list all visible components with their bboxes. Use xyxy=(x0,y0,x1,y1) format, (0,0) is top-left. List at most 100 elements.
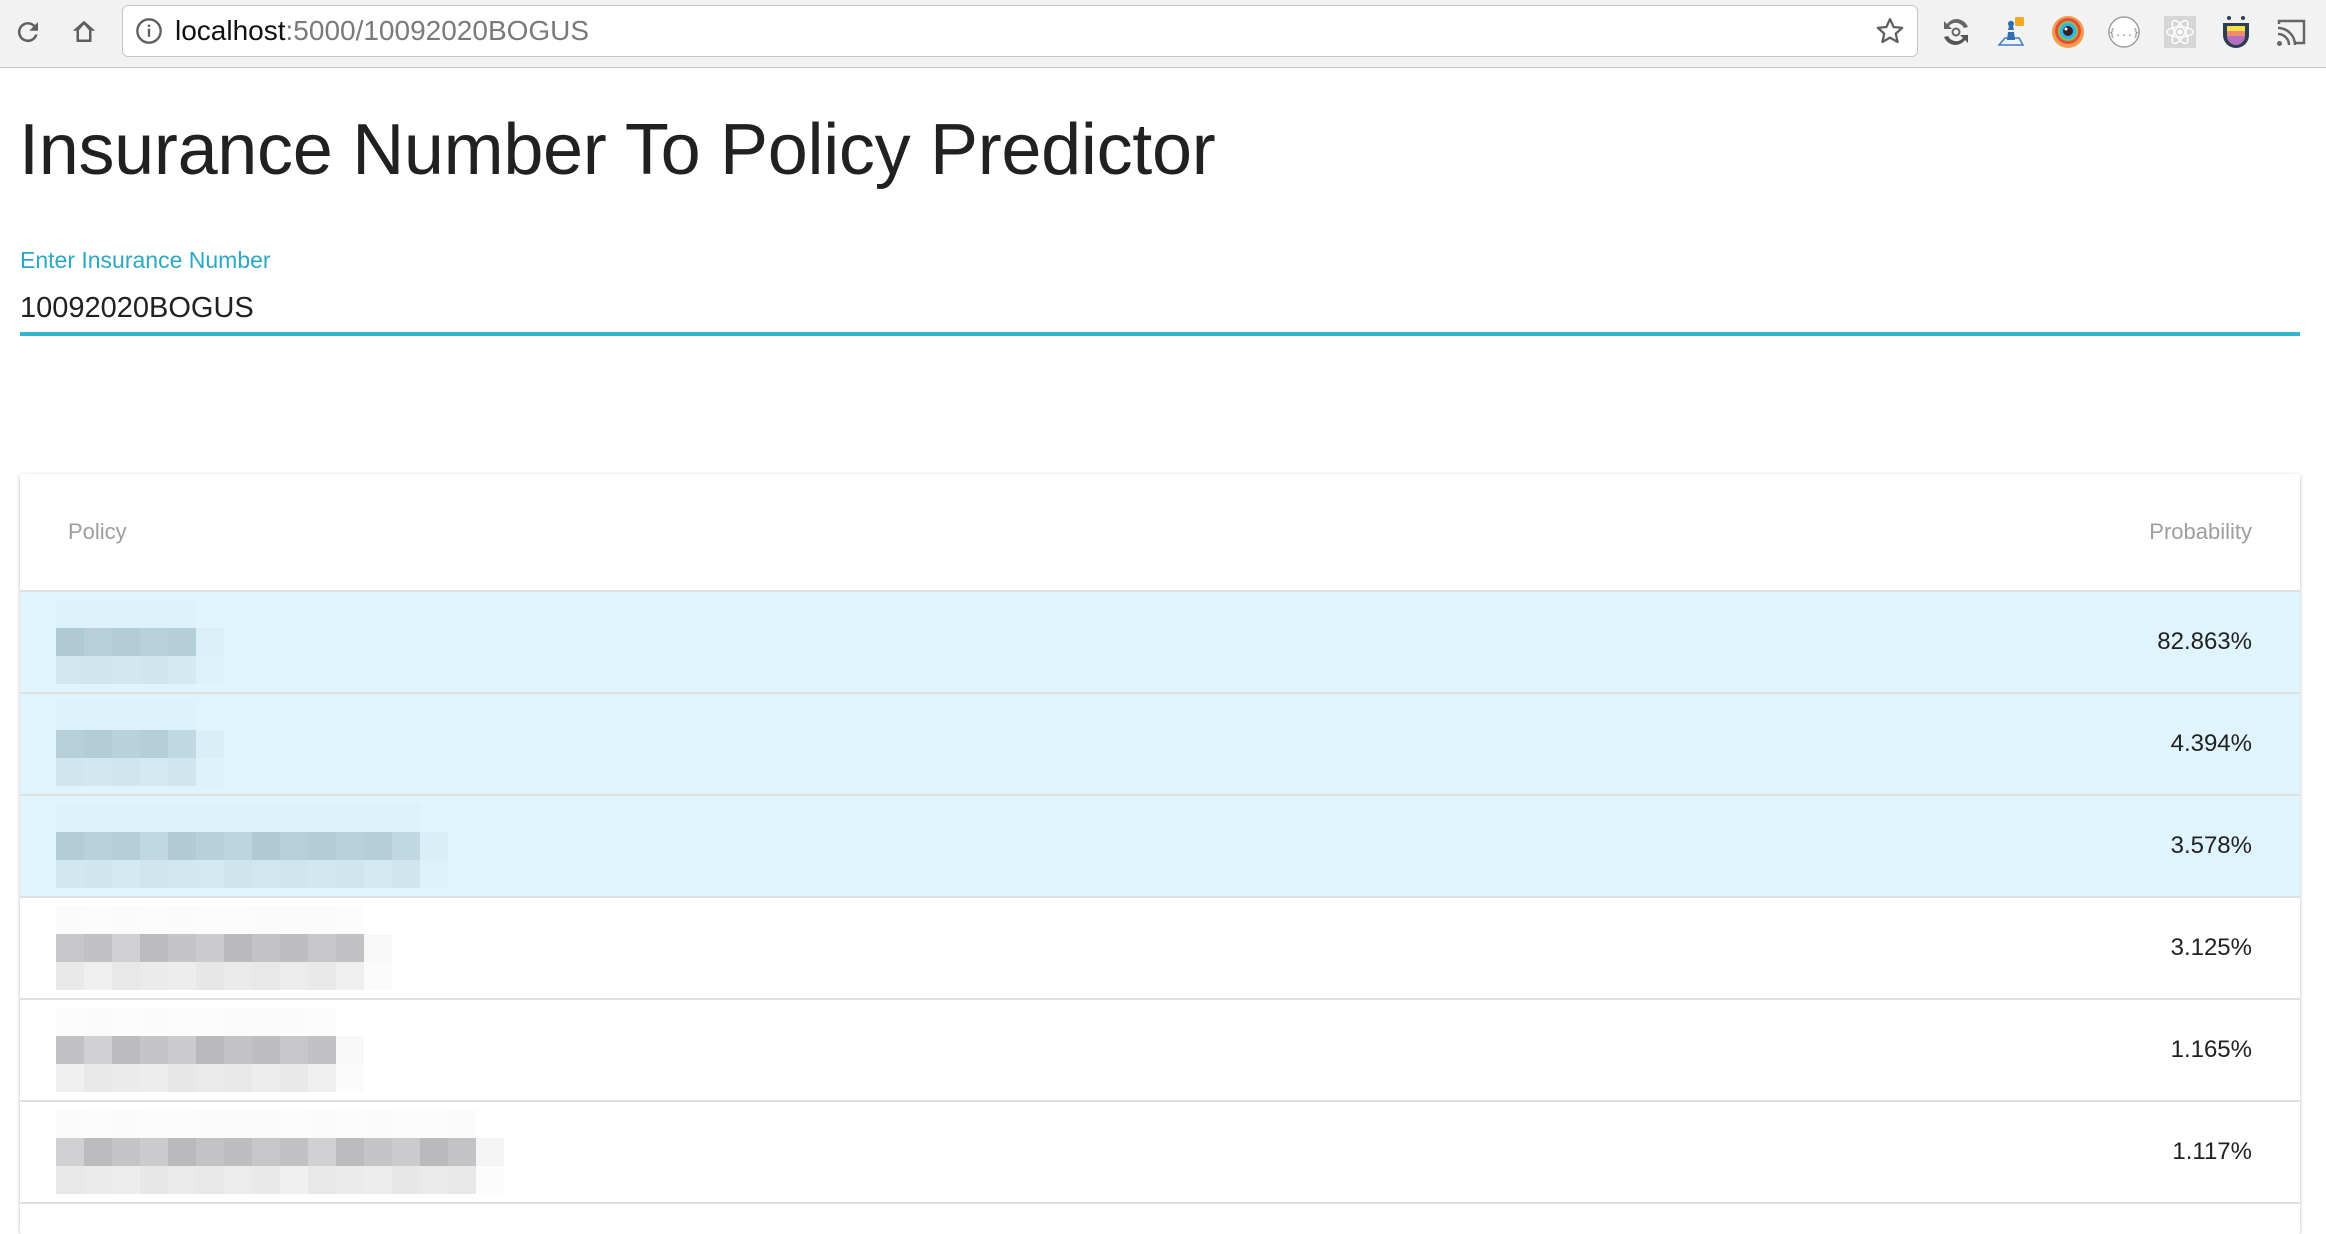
mosaic-row xyxy=(56,906,936,934)
mosaic-cell xyxy=(140,702,168,730)
mosaic-cell xyxy=(112,906,140,934)
mosaic-cell xyxy=(280,1138,308,1166)
mosaic-cell xyxy=(308,1138,336,1166)
react-devtools-icon[interactable] xyxy=(2162,14,2198,50)
mosaic-cell xyxy=(84,860,112,888)
mosaic-cell xyxy=(336,1138,364,1166)
mosaic-cell xyxy=(252,1064,280,1092)
url-host: localhost xyxy=(175,15,286,46)
mosaic-cell xyxy=(196,758,224,786)
color-eye-extension-icon[interactable] xyxy=(2050,14,2086,50)
chess-extension-icon[interactable] xyxy=(1993,14,2029,50)
mosaic-cell xyxy=(196,628,224,656)
mosaic-cell xyxy=(140,1138,168,1166)
mosaic-cell xyxy=(84,702,112,730)
table-row[interactable]: 82.863% xyxy=(20,591,2300,694)
mosaic-cell xyxy=(392,1166,420,1194)
mosaic-row xyxy=(56,1064,936,1092)
mosaic-row xyxy=(56,758,936,786)
mosaic-cell xyxy=(196,730,224,758)
mosaic-cell xyxy=(168,860,196,888)
table-row[interactable]: 3.125% xyxy=(20,897,2300,1000)
mosaic-cell xyxy=(56,1166,84,1194)
mosaic-cell xyxy=(308,962,336,990)
mosaic-cell xyxy=(168,628,196,656)
bookmark-star-icon[interactable] xyxy=(1875,16,1905,46)
mosaic-cell xyxy=(224,934,252,962)
mosaic-row xyxy=(56,656,936,684)
mosaic-cell xyxy=(140,962,168,990)
redacted-policy-name xyxy=(56,906,936,990)
policy-cell xyxy=(20,591,1911,694)
address-bar[interactable]: localhost:5000/10092020BOGUS xyxy=(122,5,1918,57)
mosaic-cell xyxy=(84,1138,112,1166)
mosaic-cell xyxy=(280,804,308,832)
mosaic-cell xyxy=(168,906,196,934)
mosaic-cell xyxy=(420,832,448,860)
table-row[interactable]: 1.117% xyxy=(20,1101,2300,1204)
mosaic-cell xyxy=(168,1138,196,1166)
mosaic-cell xyxy=(84,906,112,934)
url-text[interactable]: localhost:5000/10092020BOGUS xyxy=(175,15,589,47)
mosaic-row xyxy=(56,832,936,860)
home-icon[interactable] xyxy=(69,17,99,47)
cast-icon[interactable] xyxy=(2273,14,2309,50)
mosaic-cell xyxy=(280,962,308,990)
mosaic-cell xyxy=(224,1166,252,1194)
tongue-cup-extension-icon[interactable] xyxy=(2218,14,2254,50)
column-header-probability[interactable]: Probability xyxy=(1910,474,2300,592)
probability-cell: 3.578% xyxy=(1910,795,2300,898)
mosaic-cell xyxy=(84,600,112,628)
mosaic-cell xyxy=(336,860,364,888)
mosaic-cell xyxy=(112,600,140,628)
mosaic-cell xyxy=(252,1110,280,1138)
mosaic-cell xyxy=(392,804,420,832)
mosaic-cell xyxy=(224,1036,252,1064)
mosaic-cell xyxy=(336,906,364,934)
mosaic-row xyxy=(56,962,936,990)
mosaic-cell xyxy=(56,656,84,684)
insurance-number-label: Enter Insurance Number xyxy=(20,247,271,273)
mosaic-cell xyxy=(140,1064,168,1092)
mosaic-cell xyxy=(364,860,392,888)
mosaic-cell xyxy=(196,832,224,860)
redacted-policy-name xyxy=(56,702,936,786)
mosaic-cell xyxy=(168,832,196,860)
redacted-policy-name xyxy=(56,1008,936,1092)
mosaic-cell xyxy=(196,1110,224,1138)
mosaic-cell xyxy=(168,1064,196,1092)
mosaic-cell xyxy=(168,758,196,786)
mosaic-cell xyxy=(56,1008,84,1036)
mosaic-cell xyxy=(308,804,336,832)
mosaic-cell xyxy=(224,962,252,990)
mosaic-cell xyxy=(420,1110,448,1138)
mosaic-cell xyxy=(112,656,140,684)
mosaic-cell xyxy=(364,962,392,990)
mosaic-cell xyxy=(56,1064,84,1092)
mosaic-cell xyxy=(308,832,336,860)
mosaic-cell xyxy=(308,1036,336,1064)
mosaic-cell xyxy=(196,1166,224,1194)
mosaic-cell xyxy=(196,804,224,832)
mosaic-cell xyxy=(252,962,280,990)
info-icon[interactable] xyxy=(135,17,163,45)
mosaic-cell xyxy=(56,1138,84,1166)
policy-cell xyxy=(20,795,1911,898)
json-viewer-extension-icon[interactable]: {...} xyxy=(2106,14,2142,50)
table-row[interactable]: 1.165% xyxy=(20,999,2300,1102)
table-row[interactable]: 4.394% xyxy=(20,693,2300,796)
mosaic-cell xyxy=(252,860,280,888)
policy-cell xyxy=(20,897,1911,1000)
mosaic-cell xyxy=(56,600,84,628)
mosaic-cell xyxy=(140,730,168,758)
mosaic-cell xyxy=(56,832,84,860)
sync-extension-icon[interactable] xyxy=(1938,14,1974,50)
mosaic-cell xyxy=(364,804,392,832)
reload-icon[interactable] xyxy=(13,17,43,47)
mosaic-cell xyxy=(168,600,196,628)
table-row[interactable]: 3.578% xyxy=(20,795,2300,898)
mosaic-cell xyxy=(112,832,140,860)
mosaic-row xyxy=(56,1138,936,1166)
column-header-policy[interactable]: Policy xyxy=(20,474,1911,592)
insurance-number-input[interactable] xyxy=(20,286,2300,330)
